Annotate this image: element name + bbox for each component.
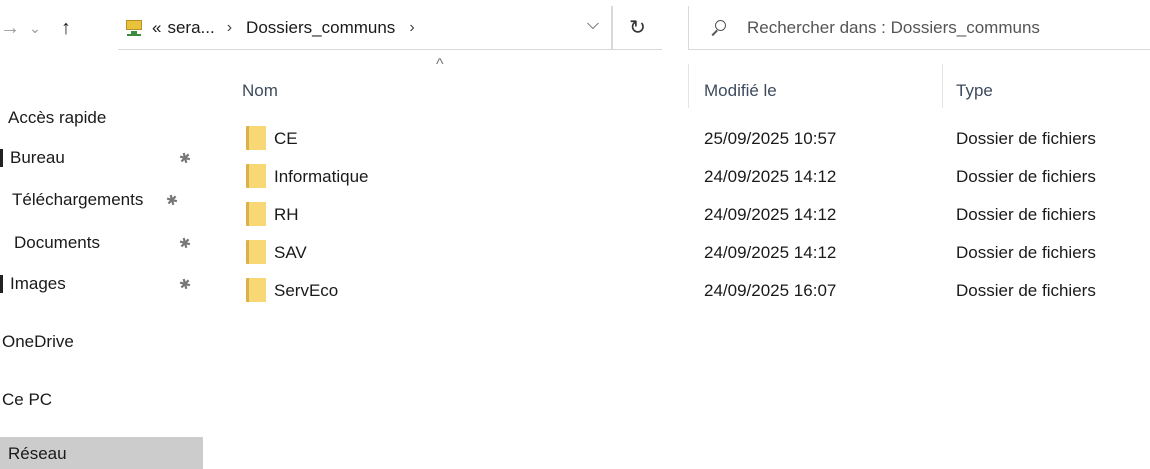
address-bar[interactable]: « sera... › Dossiers_communs › ⌵ [118,6,612,50]
table-row[interactable]: RH 24/09/2025 14:12 Dossier de fichiers [210,200,1150,230]
file-modified: 25/09/2025 10:57 [704,129,837,148]
pin-icon[interactable]: ✱ [160,188,184,212]
search-box[interactable]: Rechercher dans : Dossiers_communs [688,6,1150,50]
pin-icon[interactable]: ✱ [174,273,197,296]
sidebar-item-label: Accès rapide [8,108,107,127]
forward-button[interactable]: → [0,0,20,56]
column-divider[interactable] [688,64,689,108]
file-type: Dossier de fichiers [956,281,1096,300]
file-name: RH [274,205,299,224]
folder-icon [246,240,266,264]
sidebar-item-label: Documents [14,233,100,252]
breadcrumb-separator[interactable]: › [409,19,414,37]
navigation-pane: Accès rapide Bureau ✱ Téléchargements ✱ … [0,56,210,469]
refresh-icon: ↻ [629,17,646,39]
table-row[interactable]: Informatique 24/09/2025 14:12 Dossier de… [210,162,1150,192]
up-button[interactable]: ↑ [52,0,80,56]
file-modified: 24/09/2025 14:12 [704,205,837,224]
file-name: Informatique [274,167,369,186]
file-modified: 24/09/2025 14:12 [704,243,837,262]
column-header-label: Type [956,81,993,100]
file-type: Dossier de fichiers [956,167,1096,186]
sidebar-item-label: Réseau [8,444,67,463]
pictures-icon [0,275,3,293]
refresh-button[interactable]: ↻ [612,6,662,50]
sidebar-item-ce-pc[interactable]: Ce PC [0,383,203,417]
file-type: Dossier de fichiers [956,205,1096,224]
sidebar-item-reseau[interactable]: Réseau [0,437,203,469]
folder-icon [246,164,266,188]
column-header-label: Modifié le [704,81,777,100]
table-row[interactable]: SAV 24/09/2025 14:12 Dossier de fichiers [210,238,1150,268]
network-location-icon [124,19,144,37]
column-divider[interactable] [942,64,943,108]
breadcrumb-overflow[interactable]: « [152,18,161,38]
file-name: SAV [274,243,307,262]
column-header-name[interactable]: Nom [242,76,682,106]
breadcrumb-separator[interactable]: › [227,19,232,37]
pin-icon[interactable]: ✱ [174,232,197,255]
address-dropdown-button[interactable]: ⌵ [587,16,599,34]
desktop-icon [0,149,3,167]
breadcrumb-item-dossiers-communs[interactable]: Dossiers_communs [246,18,395,38]
pin-icon[interactable]: ✱ [174,147,197,170]
file-list: ^ Nom Modifié le Type CE 25/09/2025 10:5… [210,56,1150,469]
file-type: Dossier de fichiers [956,243,1096,262]
file-name: ServEco [274,281,339,300]
file-modified: 24/09/2025 14:12 [704,167,837,186]
sidebar-item-label: Ce PC [2,390,53,409]
sidebar-item-label: OneDrive [2,332,74,351]
file-name: CE [274,129,298,148]
sidebar-item-label: Téléchargements [12,190,144,209]
table-row[interactable]: CE 25/09/2025 10:57 Dossier de fichiers [210,124,1150,154]
sidebar-item-documents[interactable]: Documents ✱ [0,226,203,260]
sidebar-item-telechargements[interactable]: Téléchargements ✱ [0,183,203,217]
column-header-type[interactable]: Type [956,76,1150,106]
column-header-modified[interactable]: Modifié le [704,76,930,106]
search-icon [709,18,729,38]
sidebar-item-onedrive[interactable]: OneDrive [0,325,203,359]
table-row[interactable]: ServEco 24/09/2025 16:07 Dossier de fich… [210,276,1150,306]
sort-ascending-icon: ^ [436,56,444,73]
folder-icon [246,278,266,302]
column-header-label: Nom [242,81,278,100]
recent-locations-button[interactable]: ⌄ [22,0,48,56]
breadcrumb-item-server[interactable]: sera... [167,18,214,38]
folder-icon [246,126,266,150]
folder-icon [246,202,266,226]
search-input[interactable]: Rechercher dans : Dossiers_communs [747,18,1040,38]
file-type: Dossier de fichiers [956,129,1096,148]
navigation-bar: → ⌄ ↑ « sera... › Dossiers_communs › ⌵ ↻… [0,0,1150,56]
file-modified: 24/09/2025 16:07 [704,281,837,300]
sidebar-item-acces-rapide[interactable]: Accès rapide [0,101,203,135]
sidebar-item-images[interactable]: Images ✱ [0,267,203,301]
sidebar-item-label: Images [10,274,66,293]
sidebar-item-bureau[interactable]: Bureau ✱ [0,141,203,175]
sidebar-item-label: Bureau [10,148,65,167]
